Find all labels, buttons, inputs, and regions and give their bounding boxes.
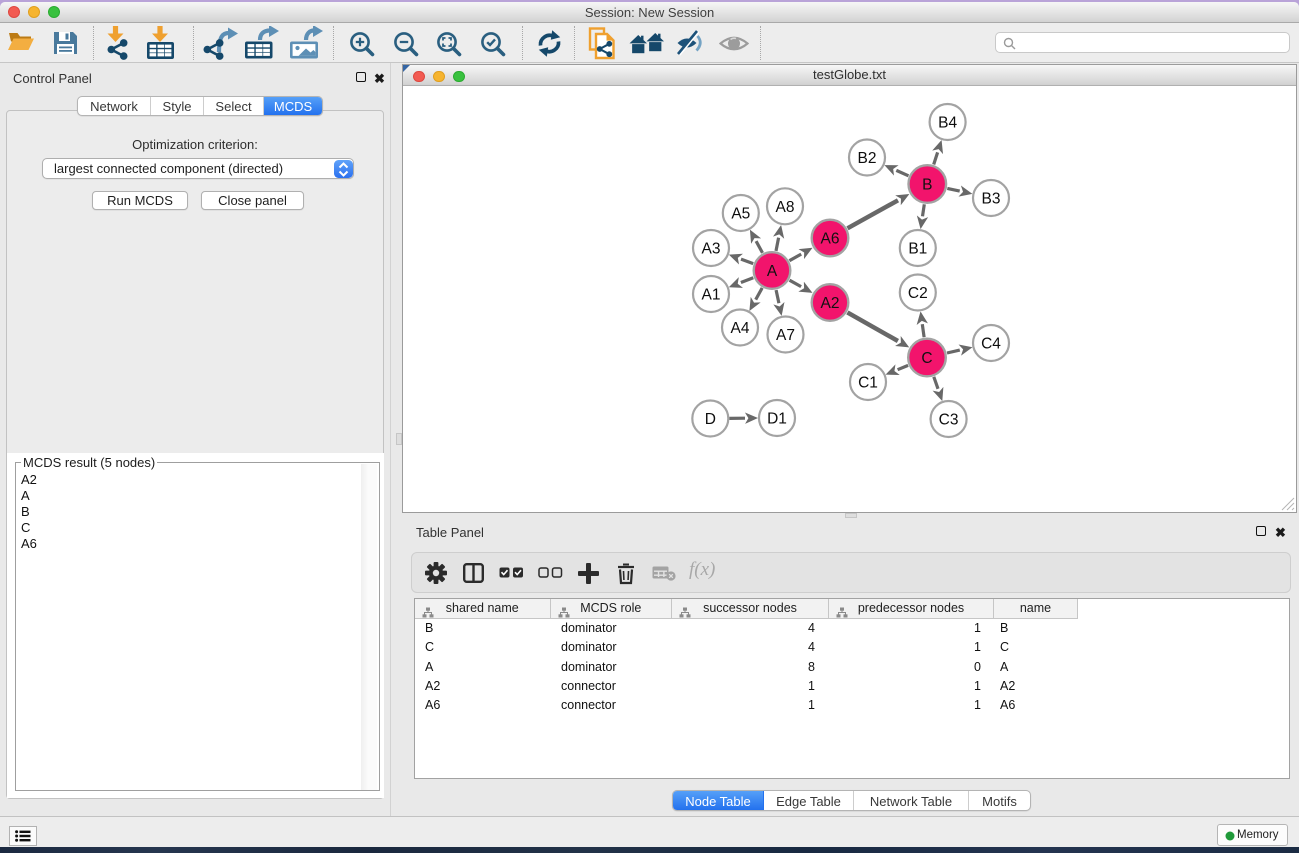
svg-text:C2: C2 bbox=[908, 285, 928, 302]
svg-text:D1: D1 bbox=[767, 411, 787, 428]
svg-text:A2: A2 bbox=[821, 295, 840, 312]
svg-text:A: A bbox=[767, 263, 778, 280]
svg-text:A6: A6 bbox=[821, 231, 840, 248]
svg-text:C4: C4 bbox=[981, 336, 1001, 353]
svg-text:C: C bbox=[921, 350, 932, 367]
svg-text:A1: A1 bbox=[702, 287, 721, 304]
svg-text:B2: B2 bbox=[858, 150, 877, 167]
svg-text:A5: A5 bbox=[731, 206, 750, 223]
svg-text:B: B bbox=[922, 177, 932, 194]
svg-text:B1: B1 bbox=[908, 241, 927, 258]
svg-text:A3: A3 bbox=[702, 241, 721, 258]
svg-text:A7: A7 bbox=[776, 327, 795, 344]
svg-text:A8: A8 bbox=[776, 199, 795, 216]
svg-text:C1: C1 bbox=[858, 375, 878, 392]
svg-text:C3: C3 bbox=[939, 412, 959, 429]
svg-text:D: D bbox=[705, 411, 716, 428]
svg-text:B4: B4 bbox=[938, 115, 957, 132]
svg-text:A4: A4 bbox=[731, 320, 750, 337]
svg-text:B3: B3 bbox=[982, 191, 1001, 208]
